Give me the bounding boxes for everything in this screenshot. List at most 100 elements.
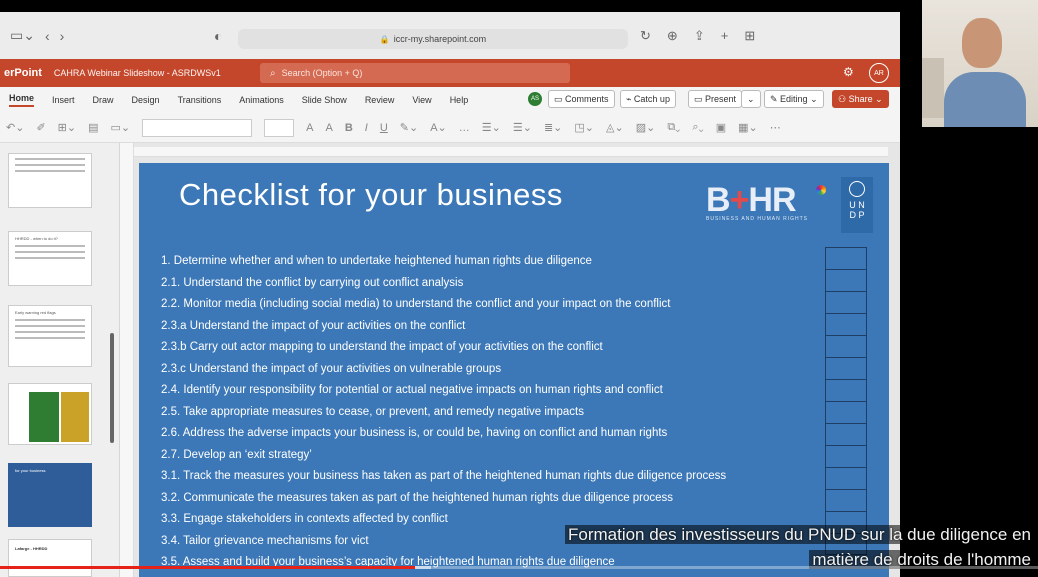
- format-painter-icon[interactable]: ✐: [36, 121, 45, 134]
- browser-actions: ↻ ⊕ ⇪ + ⊞: [640, 28, 755, 44]
- share-button[interactable]: ⚇ Share ⌄: [832, 90, 889, 108]
- underline-icon[interactable]: U: [380, 122, 388, 134]
- checklist-checkbox[interactable]: [825, 291, 867, 313]
- tab-transitions[interactable]: Transitions: [178, 95, 222, 105]
- sidebar-toggle-icon[interactable]: ▭⌄: [10, 27, 35, 44]
- pencil-icon: ✎: [770, 93, 781, 104]
- checklist-checkbox[interactable]: [825, 467, 867, 489]
- present-button[interactable]: ▭ Present: [688, 90, 743, 108]
- downloads-icon[interactable]: ⊕: [667, 28, 678, 44]
- slide-canvas[interactable]: Checklist for your business B+HR BUSINES…: [139, 163, 889, 577]
- forward-icon[interactable]: ›: [60, 28, 65, 44]
- designer-icon[interactable]: ▣: [716, 121, 726, 134]
- grow-font-icon[interactable]: A: [306, 122, 313, 134]
- find-icon[interactable]: ⌕⌄: [692, 121, 703, 134]
- italic-icon[interactable]: I: [365, 122, 368, 134]
- checklist-item[interactable]: 2.3.c Understand the impact of your acti…: [161, 359, 821, 381]
- vertical-ruler: [120, 143, 134, 577]
- new-tab-icon[interactable]: +: [721, 28, 729, 44]
- checklist-item[interactable]: 2.5. Take appropriate measures to cease,…: [161, 402, 821, 424]
- video-progress-bar[interactable]: [0, 566, 1038, 569]
- avatar[interactable]: AR: [869, 63, 889, 83]
- section-icon[interactable]: ▭⌄: [111, 121, 131, 134]
- picture-icon[interactable]: ▨⌄: [636, 121, 656, 134]
- presenter-head: [962, 18, 1002, 68]
- tab-review[interactable]: Review: [365, 95, 395, 105]
- checklist-checkbox[interactable]: [825, 269, 867, 291]
- tab-design[interactable]: Design: [132, 95, 160, 105]
- checklist-item[interactable]: 3.2. Communicate the measures taken as p…: [161, 488, 821, 510]
- present-dropdown[interactable]: ⌄: [741, 90, 761, 108]
- checklist-checkbox[interactable]: [825, 423, 867, 445]
- share-icon[interactable]: ⇪: [694, 28, 705, 44]
- reload-icon[interactable]: ↻: [640, 28, 651, 44]
- formatting-toolbar: ↶⌄ ✐ ⊞⌄ ▤ ▭⌄ A A B I U ✎⌄ A⌄ … ☰⌄ ☰⌄ ≣⌄ …: [0, 113, 900, 143]
- checklist-item[interactable]: 2.7. Develop an ‘exit strategy’: [161, 445, 821, 467]
- numbering-icon[interactable]: ☰⌄: [513, 121, 532, 134]
- tab-help[interactable]: Help: [450, 95, 469, 105]
- address-bar[interactable]: 🔒 iccr-my.sharepoint.com: [238, 29, 628, 49]
- checklist-checkbox[interactable]: [825, 401, 867, 423]
- privacy-shield-icon[interactable]: ◐: [214, 28, 222, 44]
- shape-fill-icon[interactable]: ◬⌄: [606, 121, 624, 134]
- slide-thumbnail[interactable]: [8, 153, 92, 208]
- checklist-item[interactable]: 1. Determine whether and when to underta…: [161, 251, 821, 273]
- arrange-icon[interactable]: ⧉⌄: [667, 121, 680, 134]
- bold-icon[interactable]: B: [345, 122, 353, 134]
- checklist-checkbox[interactable]: [825, 379, 867, 401]
- align-icon[interactable]: ≣⌄: [544, 121, 562, 134]
- font-name-field[interactable]: [142, 118, 253, 137]
- checklist-item[interactable]: 2.3.a Understand the impact of your acti…: [161, 316, 821, 338]
- checklist-item[interactable]: 2.4. Identify your responsibility for po…: [161, 380, 821, 402]
- shapes-icon[interactable]: ◳⌄: [574, 121, 594, 134]
- catch-up-button[interactable]: ⌁ Catch up: [620, 90, 676, 108]
- gear-icon[interactable]: ⚙: [843, 65, 854, 79]
- checklist-item[interactable]: 2.2. Monitor media (including social med…: [161, 294, 821, 316]
- shrink-font-icon[interactable]: A: [325, 122, 332, 134]
- font-color-icon[interactable]: A⌄: [430, 121, 447, 134]
- tab-animations[interactable]: Animations: [239, 95, 284, 105]
- search-box[interactable]: ⌕ Search (Option + Q): [260, 63, 570, 83]
- checklist-checkbox[interactable]: [825, 357, 867, 379]
- tab-overview-icon[interactable]: ⊞: [744, 28, 755, 44]
- bullets-icon[interactable]: ☰⌄: [482, 121, 501, 134]
- thumbnail-scrollbar[interactable]: [110, 333, 114, 443]
- editing-button[interactable]: ✎ Editing ⌄: [764, 90, 824, 108]
- undp-line-1: U N: [849, 200, 865, 210]
- tab-view[interactable]: View: [412, 95, 431, 105]
- checklist-checkbox[interactable]: [825, 247, 867, 269]
- tab-draw[interactable]: Draw: [93, 95, 114, 105]
- checklist-checkbox[interactable]: [825, 335, 867, 357]
- checklist-item[interactable]: 2.6. Address the adverse impacts your bu…: [161, 423, 821, 445]
- tab-home[interactable]: Home: [9, 93, 35, 107]
- font-size-field[interactable]: [264, 118, 295, 137]
- checklist-checkbox[interactable]: [825, 313, 867, 335]
- back-icon[interactable]: ‹: [45, 28, 50, 44]
- presence-avatar[interactable]: AS: [528, 92, 542, 106]
- view-icon[interactable]: ▦⌄: [738, 121, 758, 134]
- checklist-checkbox[interactable]: [825, 445, 867, 467]
- slide-title[interactable]: Checklist for your business: [179, 177, 563, 213]
- overflow-icon[interactable]: ⋯: [770, 121, 781, 134]
- new-slide-icon[interactable]: ⊞⌄: [58, 121, 76, 134]
- comments-button[interactable]: ▭ Comments: [548, 90, 615, 108]
- more-icon[interactable]: …: [459, 122, 470, 134]
- checklist-item[interactable]: 2.3.b Carry out actor mapping to underst…: [161, 337, 821, 359]
- lock-icon: 🔒: [379, 34, 390, 44]
- checklist-checkbox[interactable]: [825, 489, 867, 511]
- checklist-item[interactable]: 2.1. Understand the conflict by carrying…: [161, 273, 821, 295]
- highlight-icon[interactable]: ✎⌄: [400, 121, 418, 134]
- slide-thumbnail[interactable]: [8, 383, 92, 445]
- slide-thumbnails: HHRDD - when to do it? Early warning red…: [0, 143, 120, 577]
- undo-icon[interactable]: ↶⌄: [6, 121, 24, 134]
- tab-insert[interactable]: Insert: [52, 95, 75, 105]
- document-title[interactable]: CAHRA Webinar Slideshow - ASRDWSv1: [54, 68, 221, 78]
- layout-icon[interactable]: ▤: [88, 121, 98, 134]
- slide-thumbnail-selected[interactable]: for your business: [8, 463, 92, 527]
- checklist-item[interactable]: 3.1. Track the measures your business ha…: [161, 466, 821, 488]
- tab-slide-show[interactable]: Slide Show: [302, 95, 347, 105]
- catch-up-icon: ⌁: [626, 93, 634, 104]
- slide-thumbnail[interactable]: HHRDD - when to do it?: [8, 231, 92, 286]
- slide-thumbnail[interactable]: Early warning red flags: [8, 305, 92, 367]
- slide-thumbnail[interactable]: Lafarge - HHRDD: [8, 539, 92, 577]
